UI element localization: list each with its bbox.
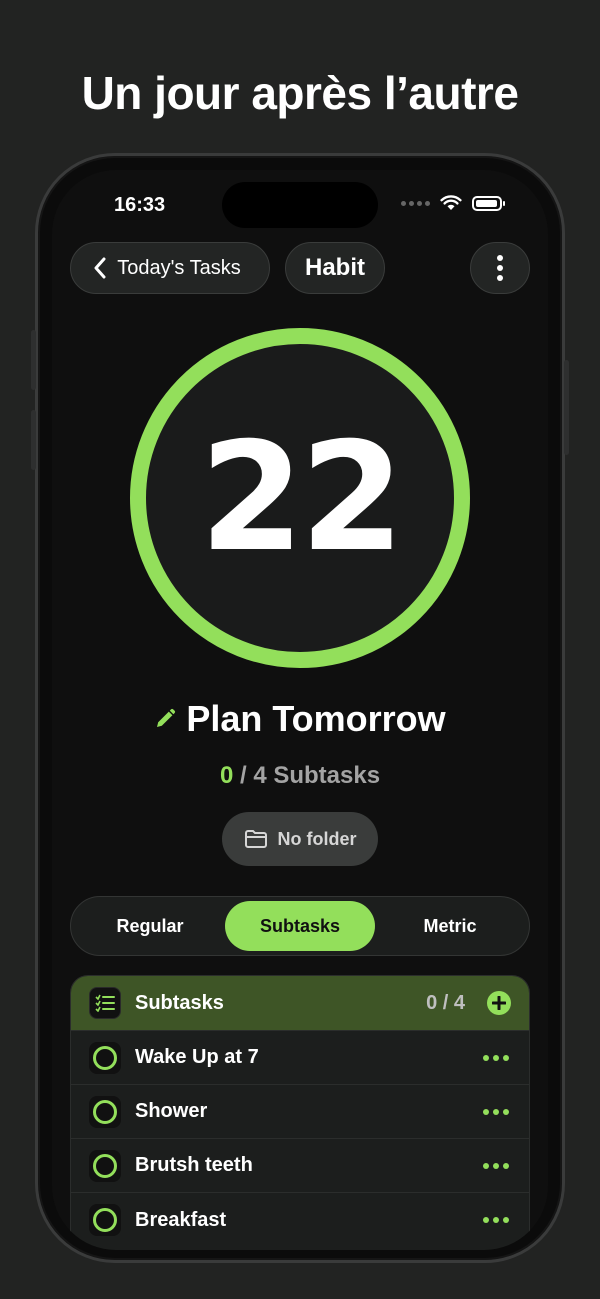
plus-icon [492, 996, 506, 1010]
status-icons [401, 195, 505, 211]
more-horizontal-icon[interactable] [483, 1108, 509, 1115]
subtask-progress: 0 / 4 Subtasks [52, 762, 548, 790]
subtask-checkbox[interactable] [89, 1204, 121, 1236]
segment-regular[interactable]: Regular [75, 901, 225, 951]
more-options-button[interactable] [470, 242, 530, 294]
subtask-checkbox[interactable] [89, 1149, 121, 1182]
battery-icon [472, 195, 505, 211]
subtask-label: Brutsh teeth [135, 1154, 253, 1176]
more-horizontal-icon[interactable] [483, 1162, 509, 1169]
add-subtask-button[interactable] [487, 991, 511, 1015]
wifi-icon [440, 195, 462, 210]
subtask-total-label: / 4 Subtasks [233, 762, 381, 789]
folder-label: No folder [277, 828, 357, 849]
more-vertical-icon [497, 255, 503, 281]
status-time: 16:33 [114, 194, 166, 216]
subtask-row[interactable]: Shower [71, 1085, 529, 1139]
task-title-row[interactable]: Plan Tomorrow [52, 698, 548, 740]
subtask-list: Subtasks 0 / 4 Wake Up at 7 Shower Bruts… [70, 975, 530, 1250]
back-button-label: Today's Tasks [117, 256, 241, 279]
folder-icon [244, 830, 267, 848]
headline: Un jour après l’autre [81, 67, 519, 119]
phone-side-button [31, 330, 36, 390]
chevron-left-icon [94, 257, 106, 279]
phone-side-button [564, 360, 569, 455]
checklist-icon [89, 987, 121, 1019]
subtask-label: Breakfast [135, 1208, 227, 1231]
pencil-icon[interactable] [154, 708, 176, 730]
task-type-segmented-control: Regular Subtasks Metric [70, 896, 530, 956]
more-horizontal-icon[interactable] [483, 1217, 509, 1223]
counter-ring[interactable]: 22 [130, 328, 470, 668]
signal-icon [401, 200, 430, 206]
subtask-row[interactable]: Breakfast [71, 1193, 529, 1247]
subtask-list-title: Subtasks [135, 991, 224, 1014]
more-horizontal-icon[interactable] [483, 1054, 509, 1061]
task-title: Plan Tomorrow [186, 698, 446, 739]
folder-button[interactable]: No folder [222, 812, 378, 866]
habit-button-label: Habit [305, 254, 365, 281]
back-button[interactable]: Today's Tasks [70, 242, 270, 294]
subtask-row[interactable]: Brutsh teeth [71, 1139, 529, 1193]
segment-metric[interactable]: Metric [375, 901, 525, 951]
counter-value: 22 [199, 411, 405, 585]
phone-side-button [31, 410, 36, 470]
subtask-list-header: Subtasks 0 / 4 [71, 976, 529, 1031]
subtask-list-count: 0 / 4 [426, 991, 465, 1014]
segment-subtasks[interactable]: Subtasks [225, 901, 375, 951]
completed-count: 0 [219, 762, 234, 789]
subtask-label: Shower [135, 1100, 208, 1122]
subtask-checkbox[interactable] [89, 1041, 121, 1074]
subtask-checkbox[interactable] [89, 1095, 121, 1128]
subtask-row[interactable]: Wake Up at 7 [71, 1031, 529, 1085]
habit-button[interactable]: Habit [285, 242, 385, 294]
subtask-label: Wake Up at 7 [135, 1046, 259, 1068]
phone-screen: 16:33 Today's Tasks Habit 22 Plan Tomorr… [52, 170, 548, 1250]
dynamic-island [222, 182, 378, 228]
